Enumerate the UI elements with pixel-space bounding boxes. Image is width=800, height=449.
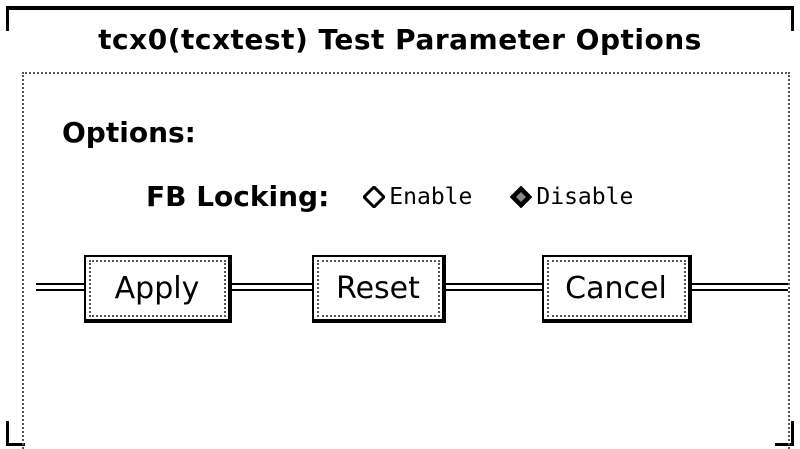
reset-button[interactable]: Reset (312, 255, 446, 323)
window-title: tcx0(tcxtest) Test Parameter Options (98, 22, 702, 56)
apply-button[interactable]: Apply (84, 255, 232, 323)
disable-radio-label[interactable]: Disable (536, 184, 633, 210)
options-heading: Options: (62, 116, 196, 149)
fb-locking-label: FB Locking: (146, 180, 330, 213)
apply-button-label: Apply (114, 270, 200, 306)
diamond-outline-icon[interactable] (362, 184, 387, 209)
cancel-button[interactable]: Cancel (542, 255, 692, 323)
enable-radio-label[interactable]: Enable (389, 184, 472, 210)
fb-locking-setting: FB Locking: Enable Disable (146, 180, 671, 213)
title-bar[interactable]: tcx0(tcxtest) Test Parameter Options (10, 10, 790, 68)
dialog-window: tcx0(tcxtest) Test Parameter Options Opt… (0, 0, 800, 449)
disable-radio-option[interactable]: Disable (509, 184, 633, 210)
cancel-button-label: Cancel (565, 270, 667, 306)
enable-radio-option[interactable]: Enable (362, 184, 472, 210)
diamond-filled-icon[interactable] (509, 185, 533, 208)
reset-button-label: Reset (336, 270, 420, 306)
